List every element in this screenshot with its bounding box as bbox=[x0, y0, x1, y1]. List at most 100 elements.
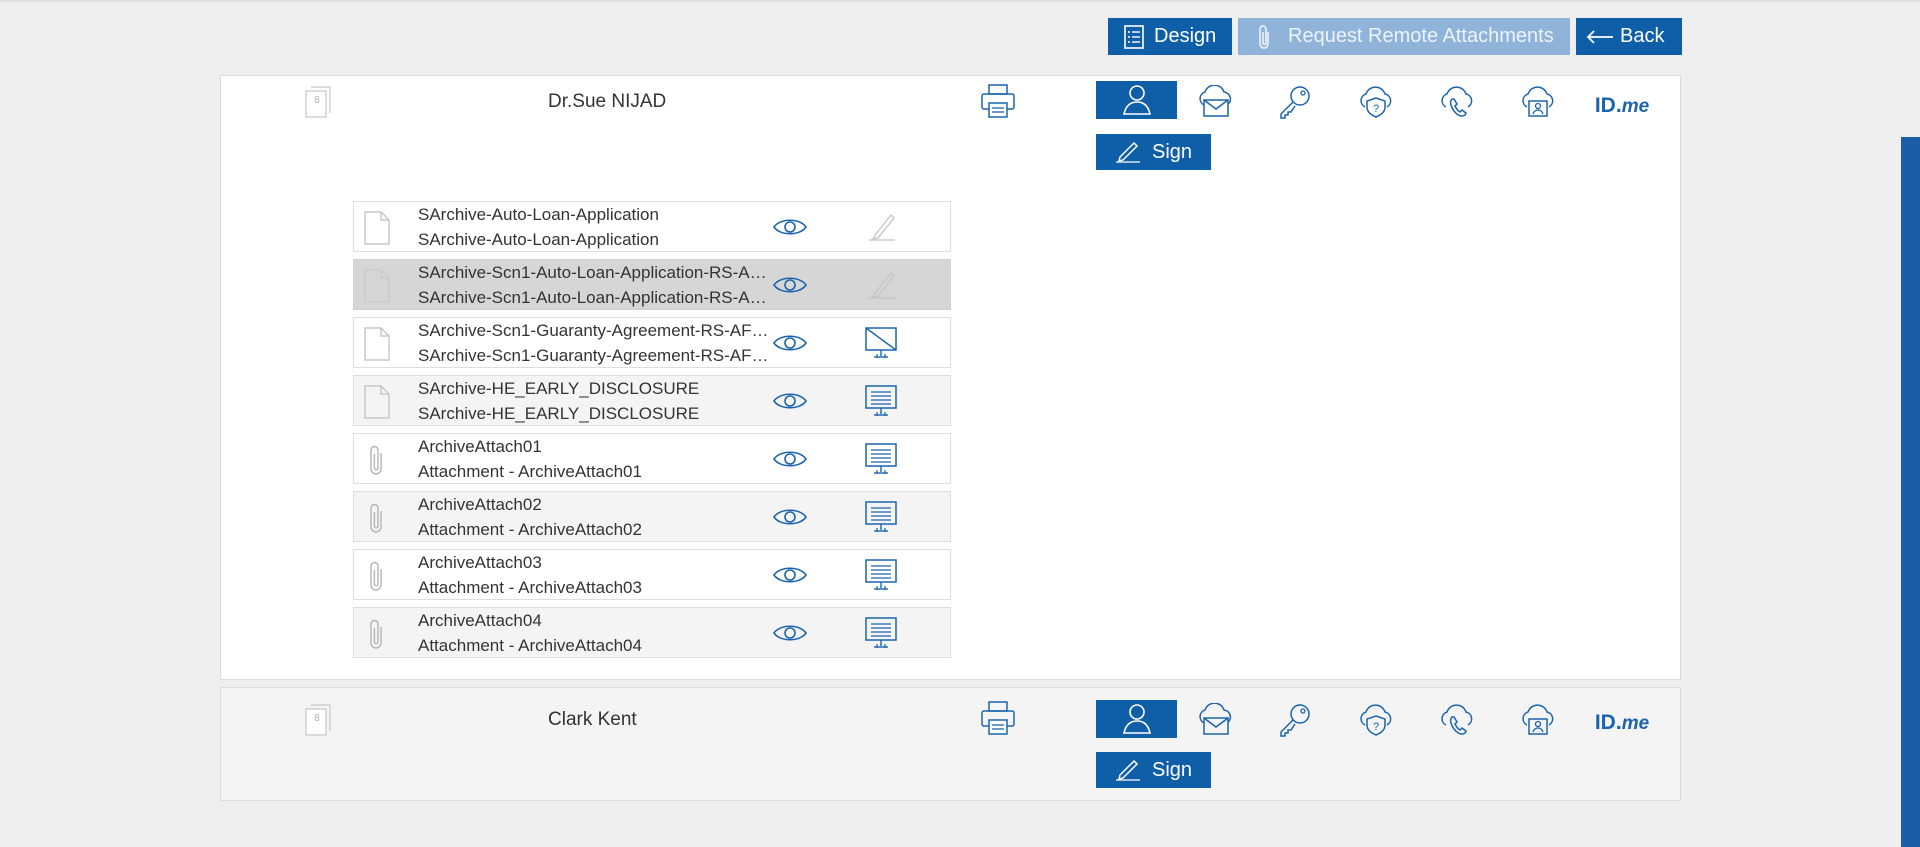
printer-icon[interactable] bbox=[980, 700, 1016, 736]
person-icon bbox=[1122, 704, 1151, 734]
paperclip-icon bbox=[364, 501, 390, 535]
cloud-email-icon bbox=[1199, 85, 1232, 117]
cloud-question-icon: ? bbox=[1360, 704, 1392, 736]
key-icon bbox=[1280, 86, 1310, 119]
eye-icon[interactable] bbox=[772, 503, 808, 531]
cloud-email-icon bbox=[1199, 703, 1232, 735]
document-title: SArchive-HE_EARLY_DISCLOSURE bbox=[418, 379, 700, 398]
idme-logo: ID.me bbox=[1594, 711, 1650, 734]
document-row[interactable]: SArchive-HE_EARLY_DISCLOSURE SArchive-HE_… bbox=[353, 375, 951, 426]
auth-idme-button[interactable]: ID.me bbox=[1594, 703, 1650, 743]
design-button[interactable]: Design bbox=[1108, 18, 1232, 55]
cloud-question-icon: ? bbox=[1360, 86, 1392, 118]
key-icon bbox=[1280, 704, 1310, 737]
request-remote-attachments-label: Request Remote Attachments bbox=[1288, 25, 1554, 47]
auth-idme-button[interactable]: ID.me bbox=[1594, 86, 1650, 126]
document-row[interactable]: SArchive-Scn1-Guaranty-Agreement-RS-AF-F… bbox=[353, 317, 951, 368]
cloud-id-card-icon bbox=[1522, 704, 1554, 735]
back-label: Back bbox=[1620, 25, 1665, 47]
document-title: SArchive-Auto-Loan-Application bbox=[418, 205, 659, 224]
auth-question-button[interactable]: ? bbox=[1351, 82, 1401, 122]
document-row[interactable]: ArchiveAttach03 Attachment - ArchiveAttac… bbox=[353, 549, 951, 600]
eye-icon[interactable] bbox=[772, 387, 808, 415]
list-document-icon bbox=[1120, 23, 1148, 51]
signer-name: Dr.Sue NIJAD bbox=[548, 91, 667, 112]
document-row[interactable]: SArchive-Auto-Loan-Application SArchive-A… bbox=[353, 201, 951, 252]
document-subtitle: SArchive-Scn1-Auto-Loan-Application-RS-A… bbox=[418, 288, 770, 307]
eye-icon[interactable] bbox=[772, 329, 808, 357]
document-count-icon: 8 bbox=[305, 86, 331, 118]
cloud-phone-icon bbox=[1441, 86, 1473, 117]
request-remote-attachments-button[interactable]: Request Remote Attachments bbox=[1238, 18, 1570, 55]
document-subtitle: Attachment - ArchiveAttach02 bbox=[418, 520, 642, 539]
document-title: SArchive-Scn1-Auto-Loan-Application-RS-A… bbox=[418, 263, 770, 282]
auth-person-button[interactable] bbox=[1096, 81, 1177, 119]
document-row[interactable]: SArchive-Scn1-Auto-Loan-Application-RS-A… bbox=[353, 259, 951, 310]
sign-button[interactable]: Sign bbox=[1096, 752, 1211, 788]
auth-key-button[interactable] bbox=[1270, 82, 1320, 122]
document-row[interactable]: ArchiveAttach04 Attachment - ArchiveAttac… bbox=[353, 607, 951, 658]
sign-button[interactable]: Sign bbox=[1096, 134, 1211, 170]
auth-phone-button[interactable] bbox=[1432, 700, 1482, 740]
design-label: Design bbox=[1154, 25, 1217, 47]
auth-person-button[interactable] bbox=[1096, 700, 1177, 738]
document-title: ArchiveAttach02 bbox=[418, 495, 542, 514]
document-title: ArchiveAttach01 bbox=[418, 437, 542, 456]
document-title: ArchiveAttach04 bbox=[418, 611, 542, 630]
printer-icon[interactable] bbox=[980, 83, 1016, 119]
document-subtitle: Attachment - ArchiveAttach04 bbox=[418, 636, 642, 655]
document-row[interactable]: ArchiveAttach02 Attachment - ArchiveAttac… bbox=[353, 491, 951, 542]
idme-logo: ID.me bbox=[1594, 94, 1650, 117]
arrow-left-icon bbox=[1586, 23, 1614, 51]
svg-text:?: ? bbox=[1373, 721, 1379, 733]
cloud-id-card-icon bbox=[1522, 86, 1554, 117]
document-subtitle: SArchive-HE_EARLY_DISCLOSURE bbox=[418, 404, 700, 423]
auth-question-button[interactable]: ? bbox=[1351, 700, 1401, 740]
auth-id-card-button[interactable] bbox=[1513, 82, 1563, 122]
eye-icon[interactable] bbox=[772, 445, 808, 473]
monitor-icon[interactable] bbox=[861, 499, 901, 535]
signer-name: Clark Kent bbox=[548, 709, 637, 730]
signature-pen-icon[interactable] bbox=[861, 267, 901, 303]
auth-email-button[interactable] bbox=[1190, 82, 1240, 122]
scrollbar[interactable] bbox=[1901, 137, 1920, 847]
sign-label: Sign bbox=[1152, 758, 1193, 781]
document-title: ArchiveAttach03 bbox=[418, 553, 542, 572]
auth-id-card-button[interactable] bbox=[1513, 700, 1563, 740]
file-icon bbox=[364, 385, 390, 419]
file-icon bbox=[364, 269, 390, 303]
auth-key-button[interactable] bbox=[1270, 700, 1320, 740]
auth-email-button[interactable] bbox=[1190, 700, 1240, 740]
cloud-phone-icon bbox=[1441, 704, 1473, 735]
monitor-icon[interactable] bbox=[861, 441, 901, 477]
monitor-icon[interactable] bbox=[861, 615, 901, 651]
monitor-icon[interactable] bbox=[861, 557, 901, 593]
monitor-icon[interactable] bbox=[861, 383, 901, 419]
document-row[interactable]: ArchiveAttach01 Attachment - ArchiveAttac… bbox=[353, 433, 951, 484]
document-title: SArchive-Scn1-Guaranty-Agreement-RS-AF-F… bbox=[418, 321, 770, 340]
signature-pen-icon[interactable] bbox=[861, 209, 901, 245]
sign-label: Sign bbox=[1152, 140, 1193, 163]
paperclip-icon bbox=[1250, 23, 1278, 51]
svg-text:?: ? bbox=[1373, 103, 1379, 115]
document-subtitle: SArchive-Scn1-Guaranty-Agreement-RS-AF-F… bbox=[418, 346, 770, 365]
document-subtitle: Attachment - ArchiveAttach03 bbox=[418, 578, 642, 597]
auth-phone-button[interactable] bbox=[1432, 82, 1482, 122]
person-icon bbox=[1122, 85, 1151, 115]
file-icon bbox=[364, 327, 390, 361]
eye-icon[interactable] bbox=[772, 619, 808, 647]
back-button[interactable]: Back bbox=[1576, 18, 1682, 55]
paperclip-icon bbox=[364, 617, 390, 651]
eye-icon[interactable] bbox=[772, 271, 808, 299]
file-icon bbox=[364, 211, 390, 245]
signature-pen-icon bbox=[1114, 141, 1142, 163]
monitor-disabled-icon[interactable] bbox=[861, 325, 901, 361]
paperclip-icon bbox=[364, 443, 390, 477]
document-subtitle: SArchive-Auto-Loan-Application bbox=[418, 230, 659, 249]
signature-pen-icon bbox=[1114, 759, 1142, 781]
eye-icon[interactable] bbox=[772, 213, 808, 241]
document-subtitle: Attachment - ArchiveAttach01 bbox=[418, 462, 642, 481]
paperclip-icon bbox=[364, 559, 390, 593]
top-shadow bbox=[0, 0, 1920, 3]
eye-icon[interactable] bbox=[772, 561, 808, 589]
